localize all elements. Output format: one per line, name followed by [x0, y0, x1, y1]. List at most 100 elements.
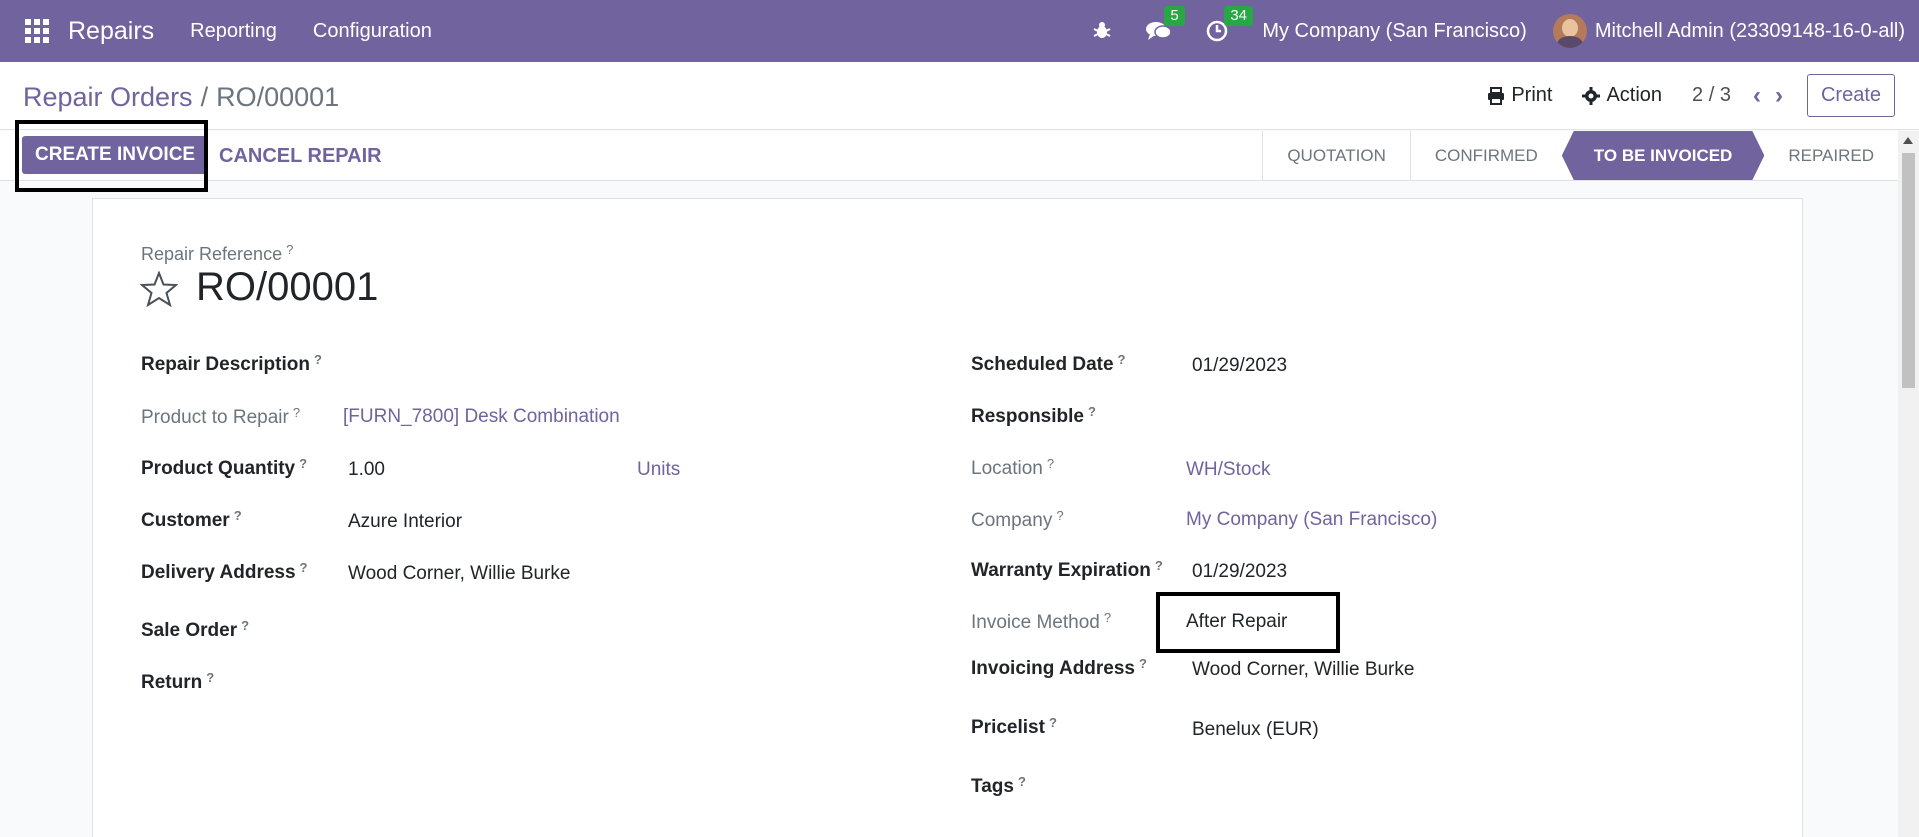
stage-quotation[interactable]: QUOTATION [1262, 131, 1410, 180]
product-quantity-label: Product Quantity? [141, 456, 307, 480]
action-button[interactable]: Action [1582, 84, 1662, 107]
messages-icon[interactable]: 5 [1146, 6, 1185, 42]
company-field[interactable]: My Company (San Francisco) [1186, 509, 1437, 531]
help-icon[interactable]: ? [206, 670, 214, 685]
invoice-method-label: Invoice Method? [971, 610, 1111, 634]
help-icon[interactable]: ? [1088, 404, 1096, 419]
vertical-scrollbar[interactable] [1898, 131, 1919, 837]
scrollbar-thumb[interactable] [1902, 153, 1915, 388]
breadcrumb: Repair Orders / RO/00001 [23, 82, 339, 113]
cancel-repair-button[interactable]: CANCEL REPAIR [219, 145, 382, 168]
company-switcher[interactable]: My Company (San Francisco) [1262, 20, 1527, 43]
help-icon[interactable]: ? [1049, 715, 1057, 730]
pricelist-label-text: Pricelist [971, 717, 1045, 738]
scheduled-date-field[interactable]: 01/29/2023 [1192, 355, 1287, 377]
delivery-address-label-text: Delivery Address [141, 562, 296, 583]
breadcrumb-current: RO/00001 [216, 82, 340, 112]
product-to-repair-label: Product to Repair? [141, 405, 300, 429]
messages-badge: 5 [1164, 6, 1185, 26]
action-label: Action [1606, 84, 1663, 106]
repair-description-label: Repair Description? [141, 352, 322, 376]
repair-reference-value: RO/00001 [196, 265, 379, 309]
help-icon[interactable]: ? [241, 618, 249, 633]
responsible-label: Responsible? [971, 404, 1096, 428]
help-icon[interactable]: ? [1018, 774, 1026, 789]
debug-bug-icon[interactable] [1092, 21, 1112, 41]
delivery-address-field[interactable]: Wood Corner, Willie Burke [348, 563, 570, 585]
app-menu-icon[interactable] [23, 17, 51, 45]
product-quantity-field[interactable]: 1.00 [348, 459, 385, 481]
help-icon[interactable]: ? [234, 508, 242, 523]
pager-next-icon[interactable]: › [1775, 82, 1783, 110]
sale-order-label-text: Sale Order [141, 620, 238, 641]
help-icon[interactable]: ? [1118, 352, 1126, 367]
breadcrumb-separator: / [200, 82, 209, 112]
return-label-text: Return [141, 672, 203, 693]
location-label: Location? [971, 456, 1054, 480]
company-label: Company? [971, 508, 1064, 532]
scheduled-date-label-text: Scheduled Date [971, 354, 1114, 375]
create-invoice-button[interactable]: CREATE INVOICE [22, 136, 209, 174]
warranty-expiration-label-text: Warranty Expiration [971, 560, 1151, 581]
sale-order-label: Sale Order? [141, 618, 249, 642]
top-navbar: Repairs Reporting Configuration 5 34 My … [0, 0, 1919, 62]
activities-clock-icon[interactable]: 34 [1206, 6, 1253, 42]
repair-reference-label: Repair Reference? [141, 242, 293, 265]
customer-label-text: Customer [141, 510, 230, 531]
gear-icon [1582, 86, 1601, 105]
invoicing-address-label-text: Invoicing Address [971, 658, 1135, 679]
tags-label-text: Tags [971, 776, 1014, 797]
status-bar: CREATE INVOICE CANCEL REPAIR QUOTATION C… [0, 131, 1898, 181]
stage-to-be-invoiced[interactable]: TO BE INVOICED [1562, 131, 1765, 180]
help-icon[interactable]: ? [299, 456, 307, 471]
help-icon[interactable]: ? [1155, 558, 1163, 573]
repair-reference-label-text: Repair Reference [141, 244, 283, 264]
invoicing-address-label: Invoicing Address? [971, 656, 1147, 680]
pricelist-field[interactable]: Benelux (EUR) [1192, 719, 1319, 741]
breadcrumb-repair-orders[interactable]: Repair Orders [23, 82, 193, 112]
warranty-expiration-field[interactable]: 01/29/2023 [1192, 561, 1287, 583]
print-icon [1488, 86, 1505, 105]
help-icon[interactable]: ? [314, 352, 322, 367]
product-to-repair-label-text: Product to Repair [141, 407, 289, 428]
activities-badge: 34 [1224, 6, 1253, 26]
menu-configuration[interactable]: Configuration [313, 20, 432, 43]
invoice-method-label-text: Invoice Method [971, 612, 1100, 633]
help-icon[interactable]: ? [293, 405, 300, 420]
repair-description-label-text: Repair Description [141, 354, 310, 375]
pager-previous-icon[interactable]: ‹ [1753, 82, 1761, 110]
help-icon[interactable]: ? [1047, 456, 1054, 471]
invoice-method-field[interactable]: After Repair [1186, 611, 1287, 633]
pager-value[interactable]: 2 / 3 [1692, 84, 1731, 107]
help-icon[interactable]: ? [1139, 656, 1147, 671]
stage-confirmed[interactable]: CONFIRMED [1409, 131, 1562, 180]
invoicing-address-field[interactable]: Wood Corner, Willie Burke [1192, 659, 1414, 681]
scheduled-date-label: Scheduled Date? [971, 352, 1126, 376]
product-to-repair-field[interactable]: [FURN_7800] Desk Combination [343, 406, 620, 428]
location-field[interactable]: WH/Stock [1186, 459, 1270, 481]
stage-repaired[interactable]: REPAIRED [1764, 131, 1898, 180]
help-icon[interactable]: ? [1056, 508, 1063, 523]
customer-field[interactable]: Azure Interior [348, 511, 462, 533]
product-uom-field[interactable]: Units [637, 459, 680, 481]
delivery-address-label: Delivery Address? [141, 560, 308, 584]
app-name[interactable]: Repairs [68, 17, 154, 46]
control-panel: Repair Orders / RO/00001 Print Action 2 / … [0, 62, 1919, 130]
help-icon[interactable]: ? [286, 242, 293, 257]
form-sheet: Repair Reference? RO/00001 Repair Descri… [92, 198, 1803, 837]
scroll-up-icon[interactable] [1903, 137, 1913, 144]
star-icon[interactable] [139, 270, 179, 312]
tags-label: Tags? [971, 774, 1026, 798]
user-menu[interactable]: Mitchell Admin (23309148-16-0-all) [1595, 20, 1905, 43]
status-stages: QUOTATION CONFIRMED TO BE INVOICED REPAI… [1262, 131, 1898, 180]
company-label-text: Company [971, 510, 1053, 531]
product-quantity-label-text: Product Quantity [141, 458, 296, 479]
help-icon[interactable]: ? [1104, 610, 1111, 625]
menu-reporting[interactable]: Reporting [190, 20, 277, 43]
location-label-text: Location [971, 458, 1043, 479]
create-button[interactable]: Create [1806, 74, 1895, 117]
help-icon[interactable]: ? [300, 560, 308, 575]
customer-label: Customer? [141, 508, 242, 532]
print-button[interactable]: Print [1487, 84, 1552, 107]
user-avatar[interactable] [1552, 14, 1587, 48]
